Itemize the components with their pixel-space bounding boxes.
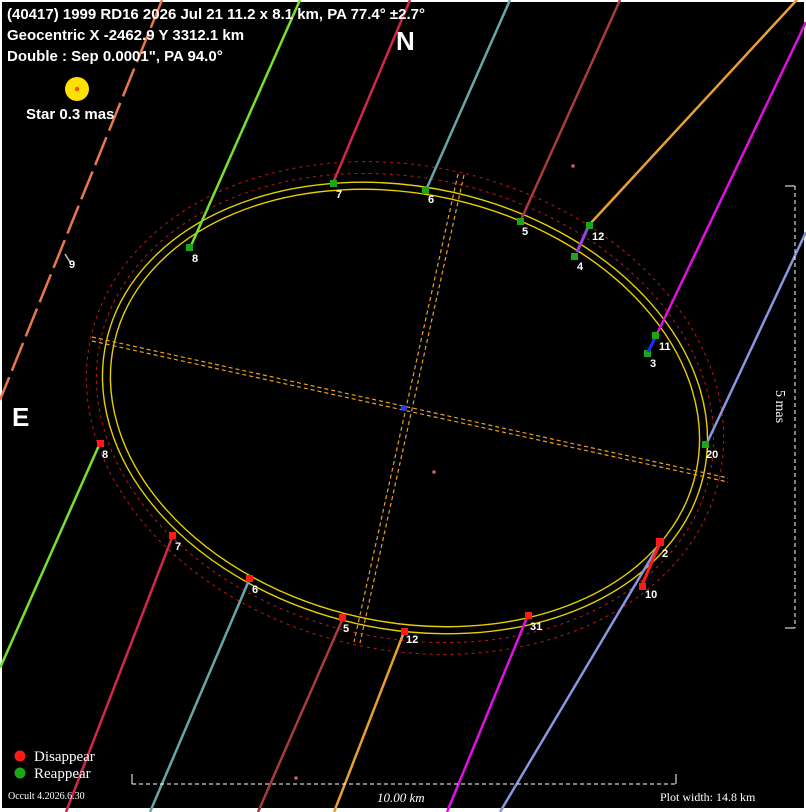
chord-6-label-lower: 6	[252, 584, 258, 596]
chord-10-label-upper: 20	[706, 449, 718, 461]
chord-4-reappear-marker	[571, 253, 578, 260]
compass-east: E	[12, 402, 29, 432]
chord-8-label-upper: 8	[192, 253, 198, 265]
star-icon-center	[74, 86, 80, 92]
chord-5-label-lower: 5	[343, 623, 349, 635]
plot-width-label: Plot width: 14.8 km	[660, 790, 756, 804]
chord-8-reappear-marker	[186, 244, 193, 251]
chord-2-reappear-marker	[702, 441, 709, 448]
legend-disappear-swatch	[14, 750, 26, 762]
chord-12-reappear-marker	[586, 222, 593, 229]
version-label: Occult 4.2026.6.30	[8, 791, 85, 802]
header-line-2: Geocentric X -2462.9 Y 3312.1 km	[7, 27, 244, 44]
chord-8-label-lower: 8	[102, 449, 108, 461]
chord-11-label-lower: 31	[530, 621, 542, 633]
vertical-scale-label: 5 mas	[772, 390, 787, 423]
legend-reappear-label: Reappear	[34, 766, 91, 782]
stray-dot	[432, 470, 436, 474]
header-line-3: Double : Sep 0.0001", PA 94.0°	[7, 48, 223, 65]
chord-7-disappear-marker	[169, 532, 176, 539]
stray-dot	[294, 776, 298, 780]
chord-12-label-upper: 12	[592, 231, 604, 243]
legend-reappear-swatch	[14, 767, 26, 779]
legend-disappear-label: Disappear	[34, 749, 95, 765]
stray-dot	[571, 164, 575, 168]
chord-5-label-upper: 5	[522, 226, 528, 238]
chord-6-label-upper: 6	[428, 194, 434, 206]
chord-2-label: 2	[662, 548, 668, 560]
chord-7-label-lower: 7	[175, 541, 181, 553]
chord-10-label: 10	[645, 589, 657, 601]
chord-11-disappear-marker	[525, 612, 532, 619]
occultation-plot: 2 3 4 5 5 6 6 7 7 8 8 9 10 20 11 31 12 1…	[0, 0, 806, 812]
chord-11-label-upper: 11	[659, 341, 671, 353]
chord-11-reappear-marker	[652, 332, 659, 339]
chord-3-label: 3	[650, 358, 656, 370]
star-label: Star 0.3 mas	[26, 106, 114, 123]
compass-north: N	[396, 26, 415, 56]
scale-bar-label: 10.00 km	[377, 790, 425, 805]
chord-7-label-upper: 7	[336, 189, 342, 201]
chord-4-label: 4	[577, 261, 584, 273]
chord-12-label-lower: 12	[406, 634, 418, 646]
chord-5-disappear-marker	[339, 614, 346, 621]
center-marker	[401, 405, 407, 411]
chord-6-disappear-marker	[246, 575, 253, 582]
header-line-1: (40417) 1999 RD16 2026 Jul 21 11.2 x 8.1…	[7, 6, 425, 23]
chord-8-disappear-marker	[97, 440, 104, 447]
chord-6-reappear-marker	[422, 187, 429, 194]
chord-7-reappear-marker	[330, 180, 337, 187]
chord-5-reappear-marker	[517, 218, 524, 225]
chord-9-label: 9	[69, 259, 75, 271]
